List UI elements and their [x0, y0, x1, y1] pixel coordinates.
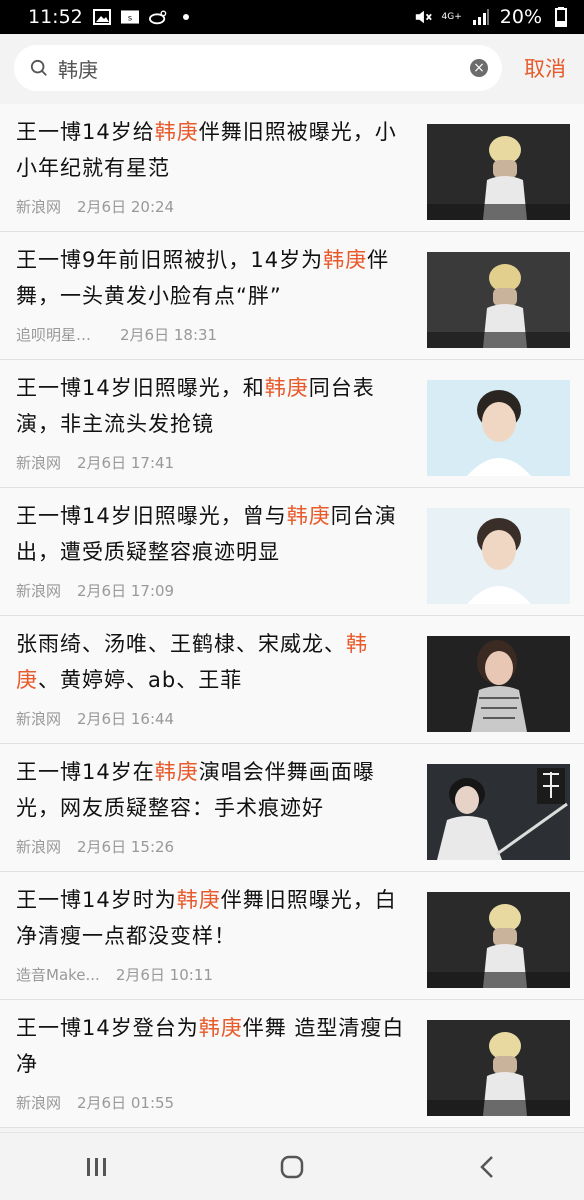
result-title[interactable]: 王一博14岁给韩庚伴舞旧照被曝光，小小年纪就有星范 — [16, 114, 410, 186]
result-thumbnail[interactable] — [427, 764, 570, 860]
title-text: 王一博14岁时为 — [16, 888, 177, 912]
back-icon[interactable] — [457, 1147, 517, 1187]
result-source: 新浪网 — [16, 838, 62, 856]
result-title[interactable]: 王一博14岁旧照曝光，曾与韩庚同台演出，遭受质疑整容痕迹明显 — [16, 498, 410, 570]
result-meta: 追呗明星娱... 2月6日 18:31 — [16, 324, 217, 345]
home-icon[interactable] — [262, 1147, 322, 1187]
result-meta: 新浪网 2月6日 01:55 — [16, 1092, 174, 1113]
result-item[interactable]: 张雨绮、汤唯、王鹤棣、宋威龙、韩庚、黄婷婷、ab、王菲新浪网 2月6日 16:44 — [0, 616, 584, 744]
result-list: 王一博14岁给韩庚伴舞旧照被曝光，小小年纪就有星范新浪网 2月6日 20:24 王… — [0, 104, 584, 1128]
highlight-keyword: 韩庚 — [176, 888, 221, 912]
result-item[interactable]: 王一博9年前旧照被扒，14岁为韩庚伴舞，一头黄发小脸有点“胖” 追呗明星娱... 2… — [0, 232, 584, 360]
status-bar: 11:52 s 4G+ 20% — [0, 0, 584, 34]
search-box[interactable]: × — [14, 45, 502, 91]
result-meta: 造音Make... 2月6日 10:11 — [16, 964, 213, 985]
result-meta: 新浪网 2月6日 17:09 — [16, 580, 174, 601]
network-type: 4G+ — [441, 11, 462, 22]
result-time: 2月6日 15:26 — [77, 838, 175, 856]
result-thumbnail[interactable] — [427, 252, 570, 348]
result-time: 2月6日 10:11 — [115, 966, 213, 984]
result-item[interactable]: 王一博14岁旧照曝光，曾与韩庚同台演出，遭受质疑整容痕迹明显新浪网 2月6日 17… — [0, 488, 584, 616]
result-thumbnail[interactable] — [427, 636, 570, 732]
highlight-keyword: 韩庚 — [286, 504, 331, 528]
result-item[interactable]: 王一博14岁时为韩庚伴舞旧照曝光，白净清瘦一点都没变样！ 造音Make... 2月6… — [0, 872, 584, 1000]
clear-icon[interactable]: × — [470, 59, 488, 77]
result-item[interactable]: 王一博14岁给韩庚伴舞旧照被曝光，小小年纪就有星范新浪网 2月6日 20:24 — [0, 104, 584, 232]
battery-icon — [552, 7, 570, 27]
highlight-keyword: 韩庚 — [198, 1016, 243, 1040]
highlight-keyword: 韩庚 — [323, 248, 368, 272]
title-text: 、黄婷婷、ab、王菲 — [38, 668, 243, 692]
result-time: 2月6日 01:55 — [77, 1094, 175, 1112]
result-thumbnail[interactable] — [427, 1020, 570, 1116]
result-source: 新浪网 — [16, 198, 62, 216]
result-time: 2月6日 20:24 — [77, 198, 175, 216]
battery-percent: 20% — [499, 6, 542, 28]
search-header: × 取消 — [0, 34, 584, 102]
result-source: 追呗明星娱... — [16, 326, 104, 344]
sina-app-icon: s — [120, 8, 139, 26]
mute-icon — [414, 8, 432, 26]
result-time: 2月6日 16:44 — [77, 710, 175, 728]
highlight-keyword: 韩庚 — [154, 120, 199, 144]
title-text: 王一博9年前旧照被扒，14岁为 — [16, 248, 324, 272]
cancel-button[interactable]: 取消 — [524, 53, 566, 83]
result-meta: 新浪网 2月6日 17:41 — [16, 452, 174, 473]
result-item[interactable]: 王一博14岁登台为韩庚伴舞 造型清瘦白净新浪网 2月6日 01:55 — [0, 1000, 584, 1128]
result-meta: 新浪网 2月6日 15:26 — [16, 836, 174, 857]
weibo-icon — [148, 8, 167, 26]
signal-icon — [472, 8, 490, 26]
result-meta: 新浪网 2月6日 16:44 — [16, 708, 174, 729]
result-time: 2月6日 18:31 — [120, 326, 218, 344]
result-source: 新浪网 — [16, 1094, 62, 1112]
result-time: 2月6日 17:09 — [77, 582, 175, 600]
search-icon — [30, 59, 48, 77]
result-title[interactable]: 张雨绮、汤唯、王鹤棣、宋威龙、韩庚、黄婷婷、ab、王菲 — [16, 626, 410, 698]
nav-bar — [0, 1132, 584, 1200]
recent-apps-icon[interactable] — [67, 1147, 127, 1187]
result-thumbnail[interactable] — [427, 380, 570, 476]
title-text: 王一博14岁旧照曝光，曾与 — [16, 504, 287, 528]
highlight-keyword: 韩庚 — [264, 376, 309, 400]
result-time: 2月6日 17:41 — [77, 454, 175, 472]
result-title[interactable]: 王一博14岁在韩庚演唱会伴舞画面曝光，网友质疑整容：手术痕迹好 — [16, 754, 410, 826]
result-thumbnail[interactable] — [427, 508, 570, 604]
search-input[interactable] — [56, 55, 470, 81]
result-source: 新浪网 — [16, 454, 62, 472]
title-text: 张雨绮、汤唯、王鹤棣、宋威龙、 — [16, 632, 346, 656]
result-title[interactable]: 王一博14岁登台为韩庚伴舞 造型清瘦白净 — [16, 1010, 410, 1082]
result-source: 造音Make... — [16, 966, 100, 984]
result-source: 新浪网 — [16, 582, 62, 600]
result-title[interactable]: 王一博14岁时为韩庚伴舞旧照曝光，白净清瘦一点都没变样！ — [16, 882, 410, 954]
result-item[interactable]: 王一博14岁在韩庚演唱会伴舞画面曝光，网友质疑整容：手术痕迹好新浪网 2月6日 1… — [0, 744, 584, 872]
notification-dot-icon — [177, 8, 195, 26]
screen: 11:52 s 4G+ 20% 韩庚 × 取消 王一博14岁给韩庚伴舞旧照被曝光… — [0, 0, 584, 1200]
title-text: 王一博14岁旧照曝光，和 — [16, 376, 265, 400]
title-text: 王一博14岁给 — [16, 120, 155, 144]
result-item[interactable]: 王一博14岁旧照曝光，和韩庚同台表演，非主流头发抢镜新浪网 2月6日 17:41 — [0, 360, 584, 488]
title-text: 王一博14岁登台为 — [16, 1016, 199, 1040]
result-title[interactable]: 王一博14岁旧照曝光，和韩庚同台表演，非主流头发抢镜 — [16, 370, 410, 442]
result-source: 新浪网 — [16, 710, 62, 728]
svg-text:s: s — [128, 12, 132, 22]
result-thumbnail[interactable] — [427, 892, 570, 988]
result-thumbnail[interactable] — [427, 124, 570, 220]
clock: 11:52 — [28, 6, 83, 28]
result-title[interactable]: 王一博9年前旧照被扒，14岁为韩庚伴舞，一头黄发小脸有点“胖” — [16, 242, 410, 314]
highlight-keyword: 韩庚 — [154, 760, 199, 784]
gallery-icon — [92, 8, 111, 26]
title-text: 王一博14岁在 — [16, 760, 155, 784]
result-meta: 新浪网 2月6日 20:24 — [16, 196, 174, 217]
